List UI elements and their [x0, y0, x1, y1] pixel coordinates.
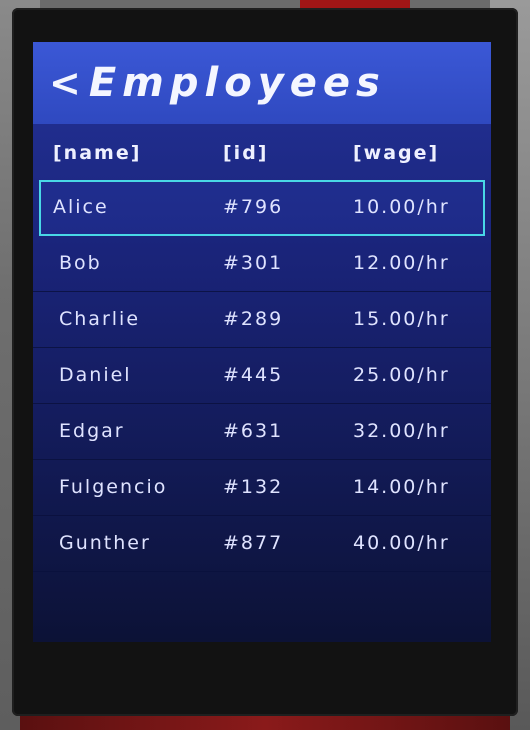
cell-wage: 14.00/hr — [353, 476, 450, 498]
cell-wage: 40.00/hr — [353, 532, 450, 554]
cell-id: #631 — [223, 420, 284, 442]
column-header-name: [name] — [53, 142, 142, 164]
cell-wage: 12.00/hr — [353, 252, 450, 274]
back-arrow-icon[interactable]: < — [49, 64, 81, 102]
table-row[interactable]: Daniel #445 25.00/hr — [33, 348, 491, 404]
table-row[interactable]: Fulgencio #132 14.00/hr — [33, 460, 491, 516]
cell-id: #132 — [223, 476, 284, 498]
table-row[interactable]: Charlie #289 15.00/hr — [33, 292, 491, 348]
cell-name: Daniel — [59, 364, 132, 386]
table-header: [name] [id] [wage] — [33, 124, 491, 180]
table-row[interactable]: Gunther #877 40.00/hr — [33, 516, 491, 572]
page-title: Employees — [88, 60, 386, 106]
cell-name: Bob — [59, 252, 102, 274]
table-row[interactable]: Edgar #631 32.00/hr — [33, 404, 491, 460]
cell-name: Fulgencio — [59, 476, 168, 498]
cell-id: #301 — [223, 252, 284, 274]
cell-name: Charlie — [59, 308, 141, 330]
cell-id: #445 — [223, 364, 284, 386]
column-header-wage: [wage] — [353, 142, 440, 164]
column-header-id: [id] — [223, 142, 269, 164]
title-bar: < Employees — [33, 42, 491, 124]
cell-name: Edgar — [59, 420, 125, 442]
cell-wage: 10.00/hr — [353, 196, 450, 218]
cell-name: Gunther — [59, 532, 151, 554]
table-row[interactable]: Bob #301 12.00/hr — [33, 236, 491, 292]
cell-id: #289 — [223, 308, 284, 330]
table-row-selected[interactable]: Alice #796 10.00/hr — [39, 180, 485, 236]
cell-id: #877 — [223, 532, 284, 554]
cell-name: Alice — [53, 196, 109, 218]
cell-wage: 32.00/hr — [353, 420, 450, 442]
employee-list: Alice #796 10.00/hr Bob #301 12.00/hr Ch… — [33, 180, 491, 572]
cell-wage: 25.00/hr — [353, 364, 450, 386]
cell-id: #796 — [223, 196, 284, 218]
screen: < Employees [name] [id] [wage] Alice #79… — [33, 42, 491, 642]
cell-wage: 15.00/hr — [353, 308, 450, 330]
